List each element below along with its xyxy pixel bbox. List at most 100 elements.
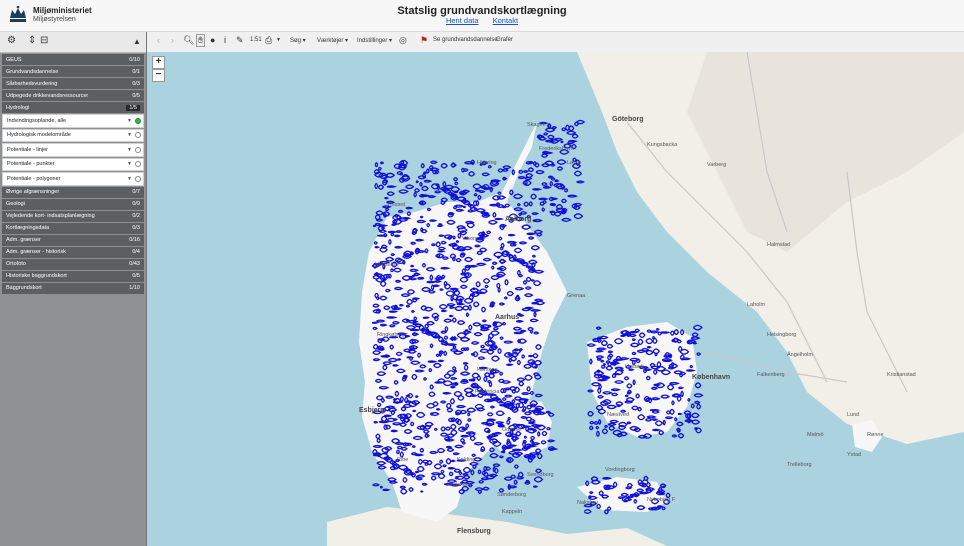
locate-icon[interactable]: ◎ (399, 35, 407, 46)
city-label: Thisted (387, 202, 406, 208)
catchment-polygon (438, 234, 446, 237)
info-icon[interactable]: i (224, 35, 226, 45)
layer-item-potentiale-polygoner[interactable]: Potentiale - polygoner ▼ (2, 172, 144, 186)
map-canvas[interactable] (147, 52, 964, 546)
layer-toggle-icon[interactable] (135, 161, 141, 168)
zoom-tool-icon[interactable]: 🔍︎ (183, 35, 194, 46)
city-label: Kappeln (502, 509, 523, 515)
catchment-polygon (472, 183, 482, 190)
catchment-polygon (453, 190, 459, 194)
catchment-polygon (656, 505, 664, 508)
catchment-polygon (531, 212, 540, 216)
city-label: Esbjerg (359, 407, 385, 414)
layer-group-adm-gr-nser[interactable]: Adm. grænser 0/16 (2, 234, 144, 246)
info-drop-icon[interactable]: ● (210, 35, 215, 45)
city-label: Kolding (457, 457, 476, 463)
settings-menu[interactable]: Indstillinger ▾ (357, 37, 392, 44)
catchment-polygon (448, 314, 454, 318)
print-dropdown-caret-icon[interactable]: ▼ (276, 37, 281, 43)
catchment-polygon (421, 185, 429, 192)
tools-menu[interactable]: Værktøjer ▾ (317, 37, 348, 44)
layer-group-ortofoto[interactable]: Ortofoto 0/43 (2, 258, 144, 270)
map-view[interactable]: + − Göteborg København Aarhus Aalborg Horsen… (147, 52, 964, 546)
layer-group-geus[interactable]: GEUS 0/10 (2, 54, 144, 65)
sort-icon[interactable]: ⇕ (28, 35, 36, 46)
chevron-down-icon[interactable]: ▼ (127, 147, 132, 153)
collapse-all-icon[interactable]: ⊟ (40, 35, 48, 46)
gear-icon[interactable]: ⚙ (7, 35, 16, 46)
catchment-polygon (571, 133, 579, 139)
layer-label: Hydrologisk modelområde (7, 132, 71, 139)
layer-toggle-icon[interactable] (135, 146, 141, 153)
layer-group-kortl-gningsdata[interactable]: Kortlægningsdata 0/3 (2, 222, 144, 234)
scale-label[interactable]: 1:51 (250, 37, 262, 43)
layer-group-vrige-afgr-nsninger[interactable]: Øvrige afgrænsninger 0/7 (2, 186, 144, 198)
catchment-polygon (440, 163, 448, 169)
catchment-polygon (554, 179, 560, 183)
pan-hand-icon[interactable]: ✋︎ (196, 34, 206, 47)
catchment-polygon (458, 489, 465, 495)
download-data-link[interactable]: Hent data (446, 16, 479, 25)
catchment-polygon (412, 409, 417, 413)
groundwater-icon[interactable]: ⚑ (420, 35, 428, 46)
layer-group-label: Geologi (6, 201, 25, 207)
layer-item-potentiale-punkter[interactable]: Potentiale - punkter ▼ (2, 157, 144, 171)
back-icon[interactable]: ‹ (157, 35, 160, 45)
catchment-polygon (535, 169, 545, 175)
groundwater-link[interactable]: Se grundvandsdannelse (433, 37, 498, 43)
forward-icon[interactable]: › (171, 35, 174, 45)
catchment-polygon (442, 181, 447, 188)
graphs-link[interactable]: Grafer (496, 37, 513, 43)
layer-group-s-rbarhedsvurdering[interactable]: Sårbarhedsvurdering 0/3 (2, 78, 144, 89)
layer-group-hydrologi[interactable]: Hydrologi 1/5 (2, 102, 144, 113)
layer-item-potentiale-linjer[interactable]: Potentiale - linjer ▼ (2, 143, 144, 157)
eraser-icon[interactable]: ✎ (236, 35, 244, 46)
layer-sidebar: ⚙ ⇕ ⊟ ▲ GEUS 0/10 Grundvandsdannelse 0/1 Sår… (0, 32, 147, 546)
layer-group-label: Sårbarhedsvurdering (6, 80, 58, 87)
catchment-polygon (414, 188, 421, 193)
city-label: Malmö (807, 432, 824, 438)
layer-toggle-icon[interactable] (135, 175, 141, 182)
catchment-polygon (421, 173, 427, 179)
catchment-polygon (595, 430, 600, 437)
catchment-polygon (377, 166, 382, 171)
search-menu-label: Søg (290, 38, 302, 44)
layer-toggle-icon[interactable] (135, 132, 141, 139)
layer-group-baggrundskort[interactable]: Baggrundskort 1/10 (2, 282, 144, 294)
layer-toggle-icon[interactable] (135, 117, 141, 124)
layer-group-udpegede-drikkevandsressourcer[interactable]: Udpegede drikkevandsressourcer 0/5 (2, 90, 144, 101)
catchment-polygon (414, 453, 425, 457)
chevron-down-icon[interactable]: ▼ (127, 161, 132, 167)
catchment-polygon (661, 506, 666, 511)
catchment-polygon (438, 223, 443, 226)
print-icon[interactable]: ⎙ (265, 35, 272, 46)
chevron-down-icon[interactable]: ▼ (127, 132, 132, 138)
chevron-down-icon[interactable]: ▼ (127, 176, 132, 182)
zoom-out-button[interactable]: − (152, 69, 165, 82)
layer-group-geologi[interactable]: Geologi 0/9 (2, 198, 144, 210)
catchment-polygon (587, 389, 595, 393)
catchment-polygon (534, 393, 544, 398)
catchment-polygon (374, 222, 382, 227)
chevron-down-icon[interactable]: ▼ (127, 118, 132, 124)
catchment-polygon (676, 421, 684, 427)
catchment-polygon (513, 259, 522, 262)
layer-item-indvindingsoplande-alle[interactable]: Indvindingsoplande, alle ▼ (2, 114, 144, 128)
city-label: Vordingborg (605, 467, 635, 473)
catchment-polygon (477, 469, 482, 475)
search-menu[interactable]: Søg ▾ (290, 37, 306, 44)
catchment-polygon (485, 466, 491, 471)
layer-group-adm-gr-nser-historisk[interactable]: Adm. grænser - historisk 0/4 (2, 246, 144, 258)
layer-group-count: 0/3 (132, 225, 140, 231)
chevron-up-icon[interactable]: ▲ (133, 37, 141, 46)
layer-group-historiske-baggrundskort[interactable]: Historiske baggrundskort 0/5 (2, 270, 144, 282)
layer-group-vejledende-kort-indsatsplanl-gning[interactable]: Vejledende kort- indsatsplanlægning 0/2 (2, 210, 144, 222)
layer-item-hydrologisk-modelomr-de[interactable]: Hydrologisk modelområde ▼ (2, 128, 144, 142)
catchment-polygon (430, 160, 438, 165)
layer-group-grundvandsdannelse[interactable]: Grundvandsdannelse 0/1 (2, 66, 144, 77)
contact-link[interactable]: Kontakt (493, 16, 518, 25)
zoom-in-button[interactable]: + (152, 56, 165, 69)
catchment-polygon (533, 229, 544, 235)
city-label: Lund (847, 412, 860, 418)
catchment-polygon (567, 194, 578, 198)
